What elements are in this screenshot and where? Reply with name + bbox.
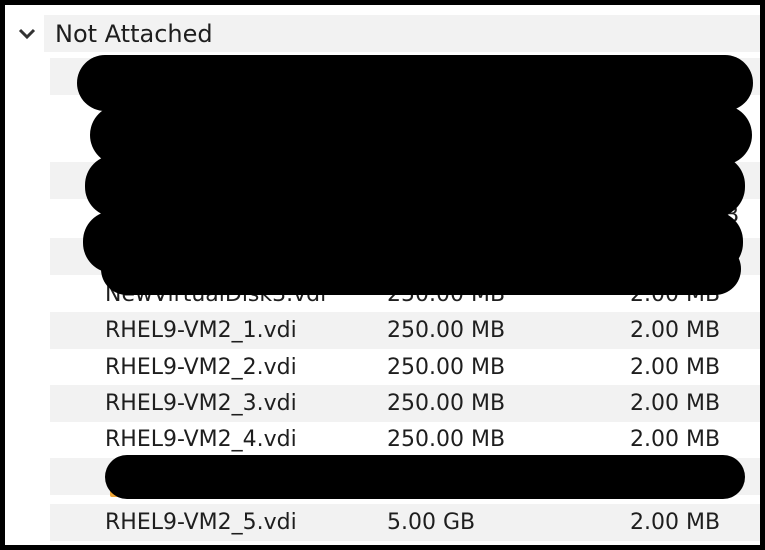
table-row[interactable]: RHEL9-VM2_5.vdi 5.00 GB 2.00 MB bbox=[50, 504, 760, 541]
virtual-size: 250.00 MB bbox=[387, 355, 506, 380]
virtual-size: 250.00 MB bbox=[387, 318, 506, 343]
redaction-mark bbox=[85, 155, 745, 217]
actual-size: 2.00 MB bbox=[630, 318, 721, 343]
table-row[interactable]: RHEL9-VM2_2.vdi 250.00 MB 2.00 MB bbox=[50, 349, 760, 386]
table-row[interactable]: RHEL9-VM2_4.vdi 250.00 MB 2.00 MB bbox=[50, 421, 760, 458]
actual-size: 2.00 MB bbox=[630, 355, 721, 380]
disk-name: RHEL9-VM2_4.vdi bbox=[105, 427, 297, 452]
redaction-mark bbox=[77, 55, 753, 111]
disk-name: RHEL9-VM2_5.vdi bbox=[105, 510, 297, 535]
table-row[interactable]: RHEL9-VM2_1.vdi 250.00 MB 2.00 MB bbox=[50, 312, 760, 349]
chevron-down-icon[interactable] bbox=[10, 15, 44, 52]
redaction-mark bbox=[101, 243, 741, 295]
actual-size: 2.00 MB bbox=[630, 510, 721, 535]
virtual-size: 250.00 MB bbox=[387, 391, 506, 416]
redaction-mark bbox=[105, 455, 745, 499]
disk-name: RHEL9-VM2_2.vdi bbox=[105, 355, 297, 380]
virtual-size: 5.00 GB bbox=[387, 510, 476, 535]
table-row[interactable]: RHEL9-VM2_3.vdi 250.00 MB 2.00 MB bbox=[50, 385, 760, 422]
disk-name: RHEL9-VM2_3.vdi bbox=[105, 391, 297, 416]
media-manager-screenshot: Not Attached NewVirtualDisk3.vdi 250.00 … bbox=[0, 0, 765, 550]
actual-size: 2.00 MB bbox=[630, 427, 721, 452]
virtual-size: 250.00 MB bbox=[387, 427, 506, 452]
group-header-not-attached[interactable]: Not Attached bbox=[10, 15, 760, 52]
disk-name: RHEL9-VM2_1.vdi bbox=[105, 318, 297, 343]
actual-size: 2.00 MB bbox=[630, 391, 721, 416]
group-label: Not Attached bbox=[44, 15, 760, 52]
